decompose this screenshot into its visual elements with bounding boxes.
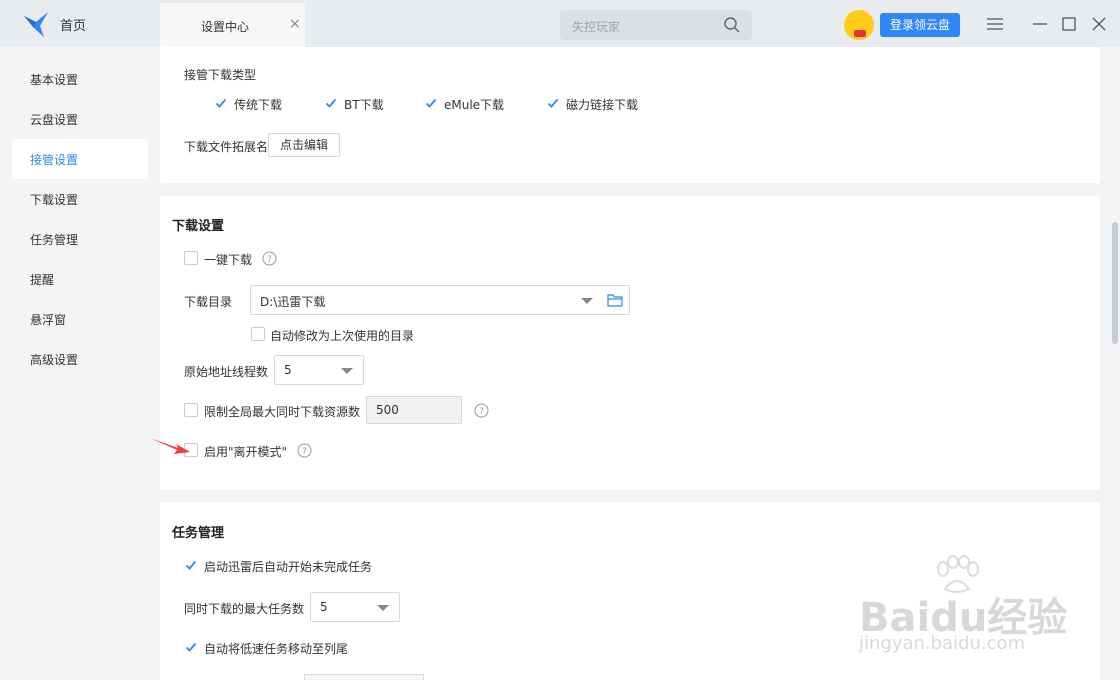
red-arrow-annotation-icon (150, 438, 190, 454)
checkbox-limit-resources[interactable] (184, 403, 198, 417)
sidebar-item-download[interactable]: 下载设置 (12, 179, 148, 219)
folder-icon[interactable] (607, 293, 623, 307)
checkbox-move-slow[interactable] (184, 640, 198, 654)
sidebar-item-tasks[interactable]: 任务管理 (12, 219, 148, 259)
checkbox-bt[interactable] (324, 96, 338, 110)
menu-icon[interactable] (986, 15, 1004, 33)
download-section-title: 下载设置 (172, 219, 225, 234)
search-icon[interactable] (723, 16, 741, 34)
checkbox-auto-start[interactable] (184, 558, 198, 572)
tab-settings-center[interactable]: 设置中心 × (160, 3, 305, 47)
move-slow-label: 自动将低速任务移动至列尾 (204, 642, 349, 656)
file-ext-label: 下载文件拓展名 (184, 140, 269, 154)
sidebar-item-label: 接管设置 (30, 153, 79, 167)
option-emule-label: eMule下载 (444, 98, 505, 112)
avatar[interactable] (844, 10, 874, 40)
search-placeholder: 失控玩家 (572, 20, 621, 34)
takeover-types-label: 接管下载类型 (184, 68, 257, 82)
one-click-label: 一键下载 (204, 253, 253, 267)
takeover-settings-card: 接管下载类型 传统下载 BT下载 eMule下载 磁力链接下载 下载文件拓展名 … (160, 47, 1100, 183)
auto-start-label: 启动迅雷后自动开始未完成任务 (204, 560, 373, 574)
tab-settings-label: 设置中心 (201, 20, 250, 34)
help-icon[interactable]: ? (262, 251, 277, 266)
title-bar: 首页 设置中心 × 失控玩家 登录领云盘 (0, 0, 1120, 47)
download-dir-select[interactable]: D:\迅雷下载 (250, 285, 630, 315)
chevron-down-icon[interactable] (377, 605, 389, 611)
download-dir-value: D:\迅雷下载 (260, 295, 326, 309)
sidebar-item-basic[interactable]: 基本设置 (12, 59, 148, 99)
login-button[interactable]: 登录领云盘 (880, 13, 960, 37)
sidebar-item-reminder[interactable]: 提醒 (12, 259, 148, 299)
auto-dir-label: 自动修改为上次使用的目录 (270, 329, 415, 343)
sidebar-item-advanced[interactable]: 高级设置 (12, 339, 148, 379)
option-traditional-label: 传统下载 (234, 98, 283, 112)
sidebar-item-label: 悬浮窗 (30, 313, 67, 327)
sidebar-item-label: 云盘设置 (30, 113, 79, 127)
svg-text:?: ? (302, 447, 307, 457)
sidebar-item-takeover[interactable]: 接管设置 (12, 139, 148, 179)
svg-text:?: ? (267, 255, 272, 265)
checkbox-magnet[interactable] (546, 96, 560, 110)
option-bt-label: BT下载 (344, 98, 384, 112)
away-mode-label: 启用"离开模式" (204, 445, 288, 459)
max-tasks-label: 同时下载的最大任务数 (184, 602, 305, 616)
sidebar-item-label: 提醒 (30, 273, 55, 287)
max-tasks-value: 5 (320, 600, 328, 614)
checkbox-auto-dir[interactable] (251, 327, 265, 341)
limit-resources-value: 500 (376, 403, 399, 417)
watermark-url: jingyan.baidu.com (859, 633, 1026, 654)
maximize-icon[interactable] (1060, 15, 1078, 33)
vertical-scrollbar[interactable] (1112, 222, 1118, 344)
sidebar-item-cloud[interactable]: 云盘设置 (12, 99, 148, 139)
option-magnet-label: 磁力链接下载 (566, 98, 639, 112)
help-icon[interactable]: ? (297, 443, 312, 458)
svg-text:?: ? (479, 407, 484, 417)
home-tab-label[interactable]: 首页 (60, 15, 86, 34)
minimize-icon[interactable] (1031, 15, 1049, 33)
download-settings-card: 下载设置 一键下载 ? 下载目录 D:\迅雷下载 自动修改为上次使用的目录 原始… (160, 196, 1100, 490)
limit-resources-label: 限制全局最大同时下载资源数 (204, 405, 361, 419)
settings-sidebar: 基本设置 云盘设置 接管设置 下载设置 任务管理 提醒 悬浮窗 高级设置 (0, 47, 160, 680)
sidebar-item-floating-window[interactable]: 悬浮窗 (12, 299, 148, 339)
chevron-down-icon[interactable] (581, 298, 593, 304)
edit-extensions-button[interactable]: 点击编辑 (268, 133, 340, 157)
checkbox-traditional[interactable] (214, 96, 228, 110)
threads-label: 原始地址线程数 (184, 365, 269, 379)
max-tasks-select[interactable]: 5 (310, 592, 400, 622)
sidebar-item-label: 基本设置 (30, 73, 79, 87)
checkbox-one-click[interactable] (184, 251, 198, 265)
limit-resources-input[interactable]: 500 (366, 396, 462, 424)
search-input[interactable]: 失控玩家 (560, 10, 752, 40)
threads-value: 5 (284, 363, 292, 377)
sidebar-item-label: 下载设置 (30, 193, 79, 207)
baidu-jingyan-watermark: Baidu经验 jingyan.baidu.com (855, 555, 1067, 660)
close-window-icon[interactable] (1090, 15, 1108, 33)
sidebar-item-label: 高级设置 (30, 353, 79, 367)
next-field-partial[interactable] (304, 674, 424, 680)
close-icon[interactable]: × (289, 16, 301, 32)
xunlei-bird-logo-icon[interactable] (22, 10, 52, 38)
download-dir-label: 下载目录 (184, 295, 233, 309)
tasks-section-title: 任务管理 (172, 526, 225, 541)
chevron-down-icon[interactable] (341, 368, 353, 374)
checkbox-emule[interactable] (424, 96, 438, 110)
avatar-mouth (854, 30, 866, 37)
threads-select[interactable]: 5 (274, 355, 364, 385)
help-icon[interactable]: ? (474, 403, 489, 418)
sidebar-item-label: 任务管理 (30, 233, 79, 247)
